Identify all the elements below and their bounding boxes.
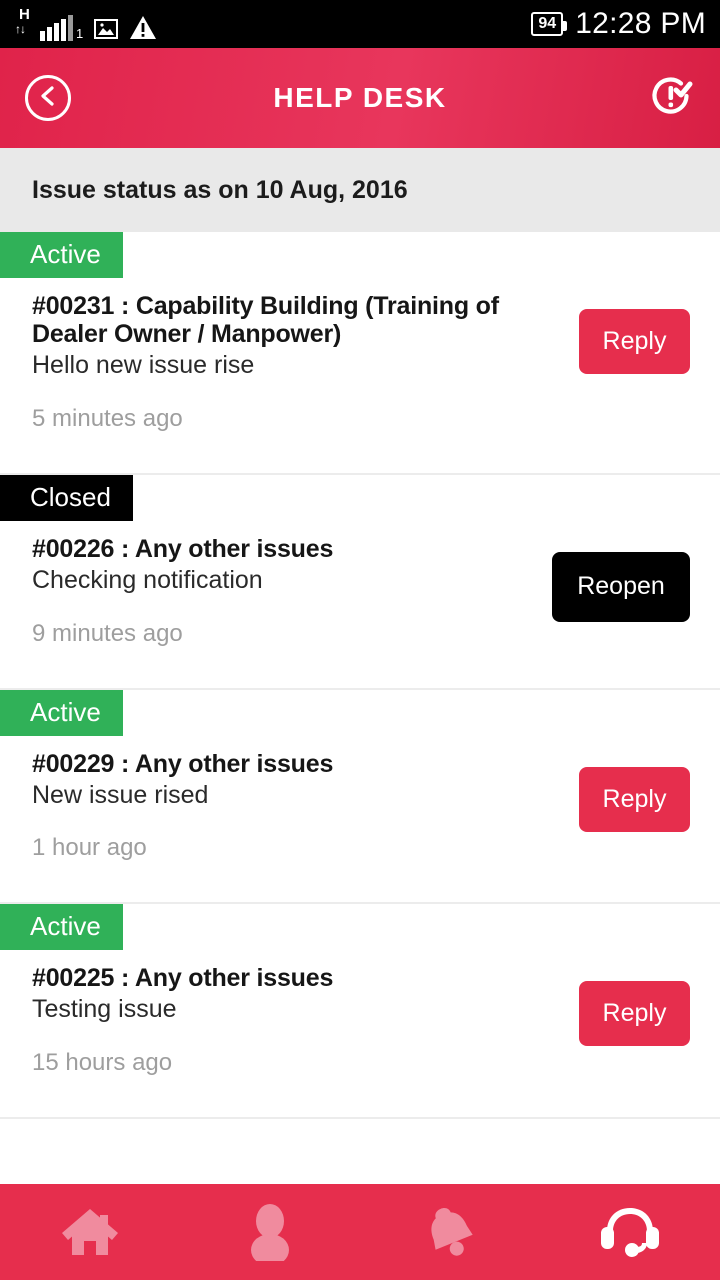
app-header: HELP DESK <box>0 48 720 148</box>
issue-title: #00229 : Any other issues <box>32 749 334 778</box>
bottom-navigation <box>0 1184 720 1280</box>
status-bar-right: 94 12:28 PM <box>531 0 706 48</box>
bell-icon <box>419 1201 481 1263</box>
clock-label: 12:28 PM <box>575 7 706 40</box>
issue-title: #00231 : Capability Building (Training o… <box>32 292 499 348</box>
issue-timestamp: 15 hours ago <box>32 1049 173 1076</box>
status-badge: Active <box>0 232 123 278</box>
status-badge: Active <box>0 689 123 736</box>
status-badge: Closed <box>0 474 133 521</box>
issue-card-body: #00226 : Any other issues Checking notif… <box>0 535 720 646</box>
warning-triangle-icon <box>129 15 157 41</box>
network-type-label: H <box>19 6 30 23</box>
reply-button[interactable]: Reply <box>579 766 690 832</box>
profile-icon <box>244 1203 296 1261</box>
nav-item-profile[interactable] <box>180 1184 360 1280</box>
back-button[interactable] <box>25 75 71 121</box>
issue-title: #00226 : Any other issues <box>32 534 334 563</box>
issue-card[interactable]: Closed #00226 : Any other issues Checkin… <box>0 474 720 690</box>
nav-item-home[interactable] <box>0 1184 180 1280</box>
issue-card[interactable]: Active #00231 : Capability Building (Tra… <box>0 232 720 475</box>
issue-timestamp: 1 hour ago <box>32 834 147 862</box>
nav-item-notifications[interactable] <box>360 1184 540 1280</box>
signal-bars-icon: H ↑↓ 1 <box>14 7 83 41</box>
status-badge: Active <box>0 904 123 951</box>
reply-button[interactable]: Reply <box>579 981 690 1047</box>
issue-card[interactable]: Active #00229 : Any other issues New iss… <box>0 689 720 905</box>
home-icon <box>59 1203 121 1261</box>
issue-card-body: #00229 : Any other issues New issue rise… <box>0 750 720 861</box>
issue-card-body: #00225 : Any other issues Testing issue … <box>0 964 720 1075</box>
raise-issue-button[interactable] <box>648 75 694 121</box>
status-bar: H ↑↓ 1 94 12:28 PM <box>0 0 720 48</box>
issue-list: Active #00231 : Capability Building (Tra… <box>0 232 720 1119</box>
issue-status-banner: Issue status as on 10 Aug, 2016 <box>0 148 720 232</box>
chevron-left-icon <box>38 85 58 112</box>
issue-timestamp: 5 minutes ago <box>32 404 183 432</box>
data-transfer-icon: ↑↓ <box>15 22 26 36</box>
issue-status-banner-text: Issue status as on 10 Aug, 2016 <box>32 175 408 204</box>
nav-item-support[interactable] <box>540 1184 720 1280</box>
reopen-button[interactable]: Reopen <box>552 551 690 622</box>
issue-timestamp: 9 minutes ago <box>32 619 183 647</box>
issue-check-icon <box>648 73 694 124</box>
status-bar-left: H ↑↓ 1 <box>14 7 157 41</box>
reply-button[interactable]: Reply <box>579 309 690 374</box>
battery-indicator: 94 <box>531 12 567 36</box>
app-screen: H ↑↓ 1 94 12:28 PM HELP DESK Issue statu… <box>0 0 720 1280</box>
issue-card[interactable]: Active #00225 : Any other issues Testing… <box>0 904 720 1119</box>
sim-number-label: 1 <box>76 26 84 41</box>
issue-title: #00225 : Any other issues <box>32 964 334 993</box>
issue-card-body: #00231 : Capability Building (Training o… <box>0 292 720 431</box>
image-icon <box>93 17 119 41</box>
headset-icon <box>598 1203 662 1261</box>
page-title: HELP DESK <box>273 82 447 113</box>
